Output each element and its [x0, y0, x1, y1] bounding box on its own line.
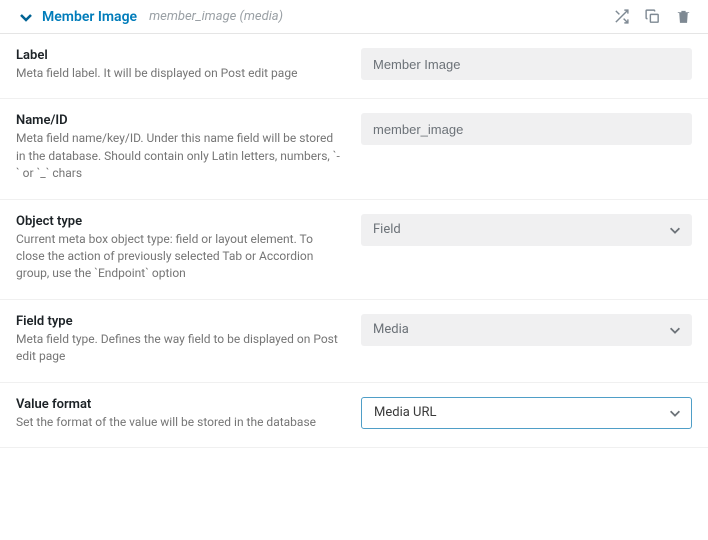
- field-type-select[interactable]: Media: [361, 314, 692, 346]
- field-value-format-title: Value format: [16, 397, 341, 412]
- field-row-object-type: Object type Current meta box object type…: [0, 200, 708, 300]
- value-format-value: Media URL: [374, 405, 436, 420]
- name-input[interactable]: [361, 113, 692, 145]
- object-type-value: Field: [373, 222, 401, 237]
- field-name-title: Name/ID: [16, 113, 341, 128]
- field-row-name: Name/ID Meta field name/key/ID. Under th…: [0, 99, 708, 199]
- field-name-desc: Meta field name/key/ID. Under this name …: [16, 130, 341, 182]
- field-row-value-format: Value format Set the format of the value…: [0, 383, 708, 448]
- label-input[interactable]: [361, 48, 692, 80]
- copy-icon[interactable]: [644, 8, 661, 25]
- field-object-type-desc: Current meta box object type: field or l…: [16, 231, 341, 283]
- panel-header: Member Image member_image (media): [0, 0, 708, 34]
- field-label-title: Label: [16, 48, 341, 63]
- value-format-select[interactable]: Media URL: [361, 397, 692, 429]
- field-label-desc: Meta field label. It will be displayed o…: [16, 65, 341, 82]
- panel-title: Member Image: [42, 9, 137, 25]
- collapse-toggle-icon[interactable]: [18, 9, 34, 25]
- field-object-type-title: Object type: [16, 214, 341, 229]
- field-value-format-desc: Set the format of the value will be stor…: [16, 414, 341, 431]
- shuffle-icon[interactable]: [613, 8, 630, 25]
- field-row-field-type: Field type Meta field type. Defines the …: [0, 300, 708, 383]
- object-type-select[interactable]: Field: [361, 214, 692, 246]
- field-row-label: Label Meta field label. It will be displ…: [0, 34, 708, 99]
- header-actions: [613, 8, 692, 25]
- trash-icon[interactable]: [675, 8, 692, 25]
- field-type-value: Media: [373, 322, 409, 337]
- field-type-desc: Meta field type. Defines the way field t…: [16, 331, 341, 366]
- panel-subtitle: member_image (media): [149, 9, 283, 24]
- field-type-title: Field type: [16, 314, 341, 329]
